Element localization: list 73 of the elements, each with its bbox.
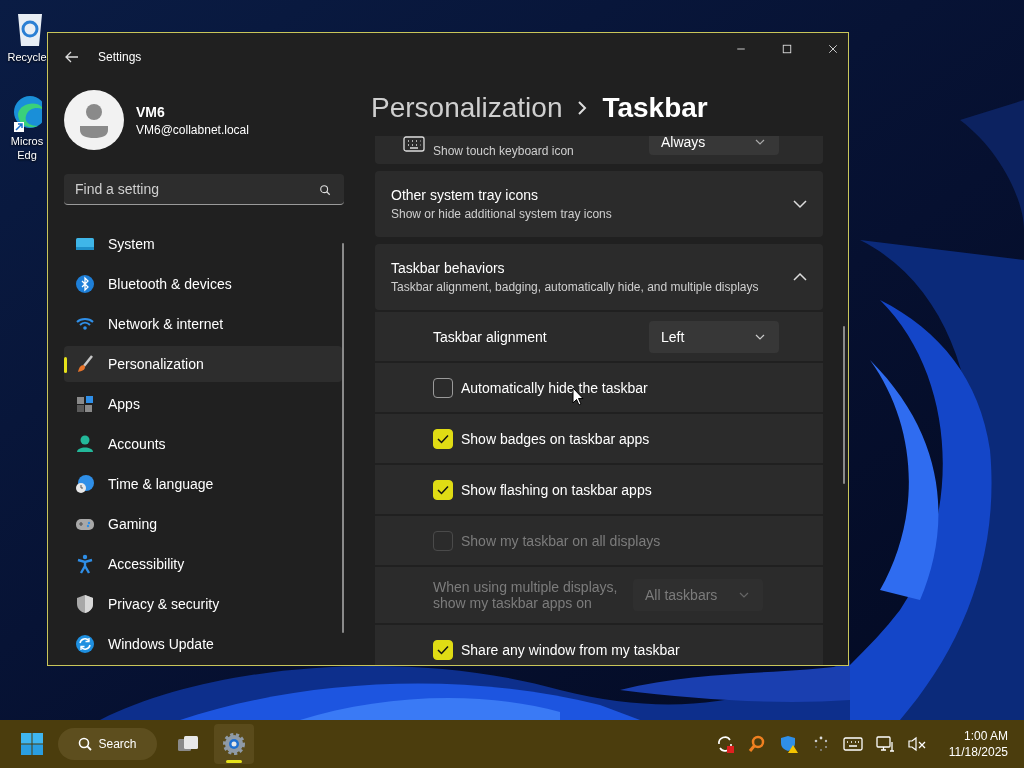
setting-label: Taskbar alignment bbox=[433, 328, 548, 345]
section-description: Show or hide additional system tray icons bbox=[391, 207, 613, 221]
start-icon[interactable] bbox=[20, 732, 44, 756]
sidebar-item[interactable]: Accounts bbox=[64, 426, 342, 462]
person-icon bbox=[75, 434, 95, 454]
keyboard-icon[interactable] bbox=[842, 734, 863, 754]
checkbox-label: Share any window from my taskbar bbox=[461, 641, 681, 658]
avatar-icon[interactable] bbox=[64, 90, 124, 150]
dropdown[interactable]: Always bbox=[649, 136, 779, 155]
breadcrumb-parent: Personalization bbox=[371, 91, 563, 124]
sidebar-item[interactable]: System bbox=[64, 226, 342, 262]
checkbox-label: Automatically hide the taskbar bbox=[461, 379, 649, 396]
sidebar-item[interactable]: Gaming bbox=[64, 506, 342, 542]
expander-header[interactable]: Other system tray icons Show or hide additional system tray icons bbox=[375, 171, 823, 237]
chevron-down-icon bbox=[739, 592, 749, 598]
icon-label: Recycle bbox=[7, 50, 47, 64]
apps-icon bbox=[75, 394, 95, 414]
expander-header[interactable]: Taskbar behaviors Taskbar alignment, badging, automatically hide, and multiple displays bbox=[375, 244, 823, 310]
keyboard-icon bbox=[403, 136, 425, 152]
checkmark-icon bbox=[437, 644, 449, 655]
sidebar-item[interactable]: Time & language bbox=[64, 466, 342, 502]
close-icon bbox=[827, 43, 839, 55]
sidebar-item[interactable]: Privacy & security bbox=[64, 586, 342, 622]
refresh-icon bbox=[75, 634, 95, 654]
back-arrow-icon[interactable] bbox=[64, 49, 80, 65]
sidebar-item[interactable]: Apps bbox=[64, 386, 342, 422]
account-email: VM6@collabnet.local bbox=[136, 122, 249, 137]
checkbox-label: Show flashing on taskbar apps bbox=[461, 481, 653, 498]
clock[interactable]: 1:00 AM 11/18/2025 bbox=[948, 728, 1008, 760]
speaker-muted-icon[interactable] bbox=[906, 734, 927, 754]
checkbox[interactable] bbox=[433, 377, 453, 398]
checkbox-label: Show badges on taskbar apps bbox=[461, 430, 651, 447]
checkbox-label: Show my taskbar on all displays bbox=[461, 532, 662, 549]
search-field[interactable]: Find a setting bbox=[64, 174, 344, 205]
checkmark-icon bbox=[437, 433, 449, 444]
shield-warning-icon[interactable] bbox=[778, 734, 799, 754]
magnifier-icon[interactable] bbox=[746, 734, 767, 754]
bluetooth-icon bbox=[75, 274, 95, 294]
sidebar-item[interactable]: Accessibility bbox=[64, 546, 342, 582]
globe-clock-icon bbox=[75, 474, 95, 494]
scrollbar[interactable] bbox=[342, 243, 344, 633]
account-name: VM6 bbox=[136, 103, 166, 120]
icon-label: Edg bbox=[17, 148, 37, 162]
section-description: Taskbar alignment, badging, automatically hide, and multiple displays bbox=[391, 280, 760, 294]
checkmark-icon bbox=[437, 484, 449, 495]
chevron-right-icon bbox=[576, 100, 589, 115]
search-icon bbox=[319, 184, 331, 196]
sidebar-item[interactable]: Bluetooth & devices bbox=[64, 266, 342, 302]
sidebar-item[interactable]: Personalization bbox=[64, 346, 342, 382]
dropdown[interactable]: Left bbox=[649, 320, 779, 353]
network-monitor-icon[interactable] bbox=[874, 734, 895, 754]
setting-label: When using multiple displays, show my taskbar apps on bbox=[433, 579, 619, 611]
chevron-down-icon bbox=[755, 333, 765, 340]
window-title: Settings bbox=[98, 50, 142, 64]
maximize-icon bbox=[781, 43, 793, 55]
scrollbar[interactable] bbox=[843, 326, 845, 484]
section-title: Taskbar behaviors bbox=[391, 260, 506, 276]
page-title: Taskbar bbox=[602, 91, 708, 124]
sidebar-item[interactable]: Windows Update bbox=[64, 626, 342, 662]
gear-icon bbox=[222, 732, 246, 756]
search-icon bbox=[78, 737, 93, 751]
chevron-up-icon[interactable] bbox=[793, 272, 807, 282]
icon-label: Micros bbox=[10, 134, 44, 148]
search-box[interactable]: Search bbox=[58, 728, 157, 760]
taskbar-button[interactable] bbox=[214, 724, 254, 764]
chevron-down-icon bbox=[755, 139, 765, 145]
shield-icon bbox=[75, 594, 95, 614]
brush-icon bbox=[75, 354, 95, 374]
accessibility-figure-icon bbox=[75, 554, 95, 574]
sidebar-item[interactable]: Network & internet bbox=[64, 306, 342, 342]
setting-description: Show touch keyboard icon bbox=[433, 144, 574, 158]
section-title: Other system tray icons bbox=[391, 187, 540, 203]
chevron-down-icon[interactable] bbox=[793, 199, 807, 209]
